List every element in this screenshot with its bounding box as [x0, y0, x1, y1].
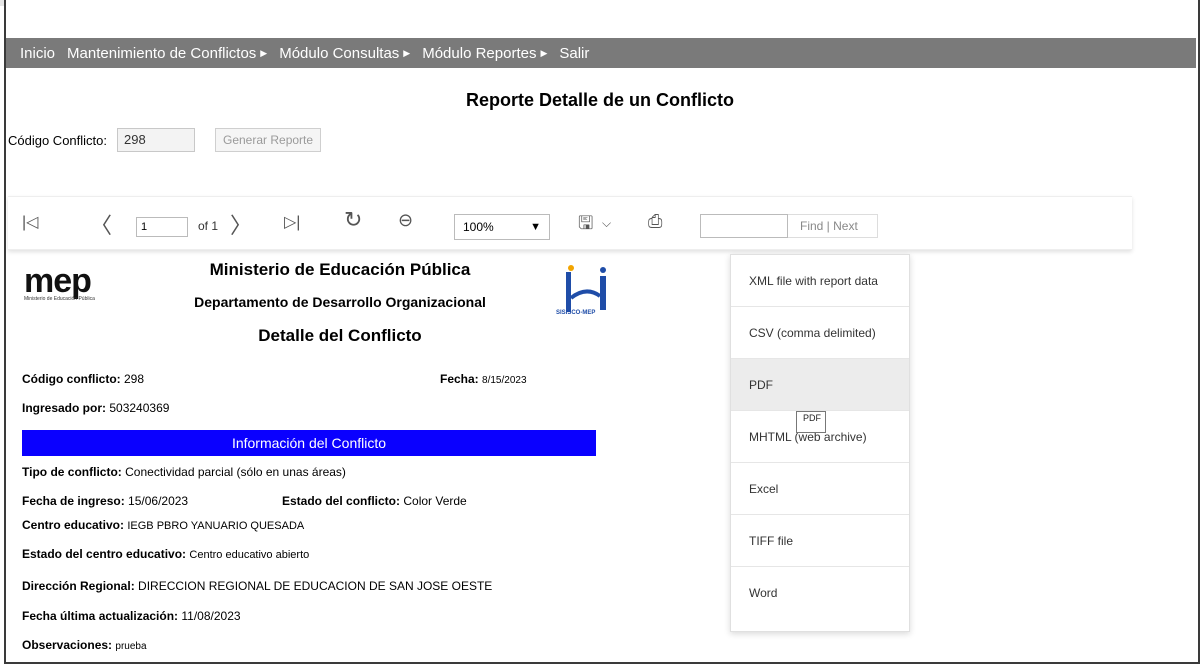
- field-label: Fecha:: [440, 372, 479, 386]
- field-value: 15/06/2023: [128, 494, 189, 508]
- field-label: Código conflicto:: [22, 372, 121, 386]
- nav-label: Módulo Consultas: [279, 44, 400, 62]
- field-value: 298: [124, 372, 145, 386]
- next-page-icon[interactable]: 〉: [230, 208, 252, 240]
- nav-item-reportes[interactable]: Módulo Reportes ▶: [422, 45, 547, 62]
- field-value: IEGB PBRO YANUARIO QUESADA: [127, 520, 305, 532]
- field-value: prueba: [115, 641, 147, 652]
- nav-item-consultas[interactable]: Módulo Consultas ▶: [279, 45, 410, 62]
- save-export-icon[interactable]: 🖫: [578, 211, 593, 241]
- field-value: Color Verde: [403, 494, 467, 508]
- updated-row: Fecha última actualización: 11/08/2023: [22, 609, 241, 623]
- field-label: Observaciones:: [22, 638, 113, 652]
- school-row: Centro educativo: IEGB PBRO YANUARIO QUE…: [22, 518, 304, 532]
- school-status-row: Estado del centro educativo: Centro educ…: [22, 547, 309, 561]
- print-icon[interactable]: ⎙: [648, 211, 662, 232]
- ministry-heading: Ministerio de Educación Pública: [209, 260, 471, 279]
- submenu-arrow-icon: ▶: [403, 47, 411, 58]
- nav-item-inicio[interactable]: Inicio: [20, 45, 55, 62]
- field-label: Fecha de ingreso:: [22, 494, 125, 508]
- export-option-excel[interactable]: Excel: [731, 463, 909, 515]
- field-label: Estado del conflicto:: [282, 494, 401, 508]
- logo-text: mep: [24, 262, 92, 300]
- export-option-csv[interactable]: CSV (comma delimited): [731, 307, 909, 359]
- find-next-buttons[interactable]: Find | Next: [788, 214, 878, 238]
- export-option-tiff[interactable]: TIFF file: [731, 515, 909, 567]
- conflict-type-row: Tipo de conflicto: Conectividad parcial …: [22, 465, 346, 479]
- field-label: Tipo de conflicto:: [22, 465, 122, 479]
- field-value: Centro educativo abierto: [189, 549, 310, 561]
- export-option-pdf[interactable]: PDF: [731, 359, 909, 411]
- logo-subtext: Ministerio de Educación Pública: [24, 296, 95, 302]
- department-heading: Departamento de Desarrollo Organizaciona…: [194, 294, 486, 310]
- pdf-tooltip: PDF: [796, 411, 826, 433]
- report-toolbar: |◁ 〈 1 of 1 〉 ▷| ↻ ⊖ 100% ▼ 🖫 ⌵ ⎙ Find |…: [8, 196, 1132, 250]
- zoom-value: 100%: [463, 220, 494, 234]
- field-label: Ingresado por:: [22, 401, 107, 415]
- nav-item-mantenimiento[interactable]: Mantenimiento de Conflictos ▶: [67, 45, 267, 62]
- previous-page-icon[interactable]: 〈: [90, 208, 112, 240]
- code-input[interactable]: 298: [117, 128, 195, 152]
- sisisco-label: SISISCO-MEP: [556, 310, 596, 316]
- mep-logo: mep Ministerio de Educación Pública: [24, 262, 95, 302]
- page-title: Reporte Detalle de un Conflicto: [465, 90, 735, 110]
- conflict-status-row: Estado del conflicto: Color Verde: [282, 494, 467, 508]
- field-value: Conectividad parcial (sólo en unas áreas…: [125, 465, 346, 479]
- field-label: Estado del centro educativo:: [22, 547, 187, 561]
- submenu-arrow-icon: ▶: [260, 47, 268, 58]
- field-label: Centro educativo:: [22, 518, 125, 532]
- submenu-arrow-icon: ▶: [540, 47, 548, 58]
- code-row: Código conflicto: 298: [22, 372, 144, 386]
- find-input[interactable]: [700, 214, 788, 238]
- page-count-label: of 1: [198, 219, 219, 233]
- field-value: DIRECCION REGIONAL DE EDUCACION DE SAN J…: [138, 579, 493, 593]
- generate-report-button[interactable]: Generar Reporte: [215, 128, 322, 152]
- section-header: Información del Conflicto: [22, 430, 596, 456]
- field-value: 503240369: [109, 401, 170, 415]
- date-row: Fecha: 8/15/2023: [440, 372, 527, 386]
- export-format-menu: XML file with report data CSV (comma del…: [730, 254, 910, 632]
- zoom-select[interactable]: 100% ▼: [454, 214, 550, 240]
- first-page-icon[interactable]: |◁: [22, 212, 38, 232]
- chevron-down-icon[interactable]: ⌵: [602, 216, 611, 231]
- nav-label: Salir: [559, 44, 590, 62]
- chevron-down-icon: ▼: [530, 221, 541, 233]
- export-option-xml[interactable]: XML file with report data: [731, 255, 909, 307]
- export-option-word[interactable]: Word: [731, 567, 909, 619]
- field-value: 11/08/2023: [181, 609, 241, 623]
- last-page-icon[interactable]: ▷|: [284, 212, 300, 232]
- entry-date-row: Fecha de ingreso: 15/06/2023: [22, 494, 188, 508]
- back-icon[interactable]: ⊖: [398, 210, 413, 231]
- code-label: Código Conflicto:: [8, 132, 107, 148]
- entered-by-row: Ingresado por: 503240369: [22, 401, 169, 415]
- nav-label: Mantenimiento de Conflictos: [67, 44, 257, 62]
- nav-item-salir[interactable]: Salir: [559, 45, 589, 62]
- nav-label: Módulo Reportes: [422, 44, 537, 62]
- nav-label: Inicio: [20, 44, 56, 62]
- field-value: 8/15/2023: [482, 375, 527, 386]
- code-form: Código Conflicto: 298 Generar Reporte: [8, 128, 322, 152]
- refresh-icon[interactable]: ↻: [344, 207, 362, 233]
- page-number-input[interactable]: 1: [136, 217, 188, 237]
- report-doc-title: Detalle del Conflicto: [258, 326, 422, 345]
- notes-row: Observaciones: prueba: [22, 638, 147, 652]
- main-navbar: Inicio Mantenimiento de Conflictos ▶ Módu…: [6, 38, 1196, 68]
- field-label: Fecha última actualización:: [22, 609, 179, 623]
- region-row: Dirección Regional: DIRECCION REGIONAL D…: [22, 579, 492, 593]
- field-label: Dirección Regional:: [22, 579, 135, 593]
